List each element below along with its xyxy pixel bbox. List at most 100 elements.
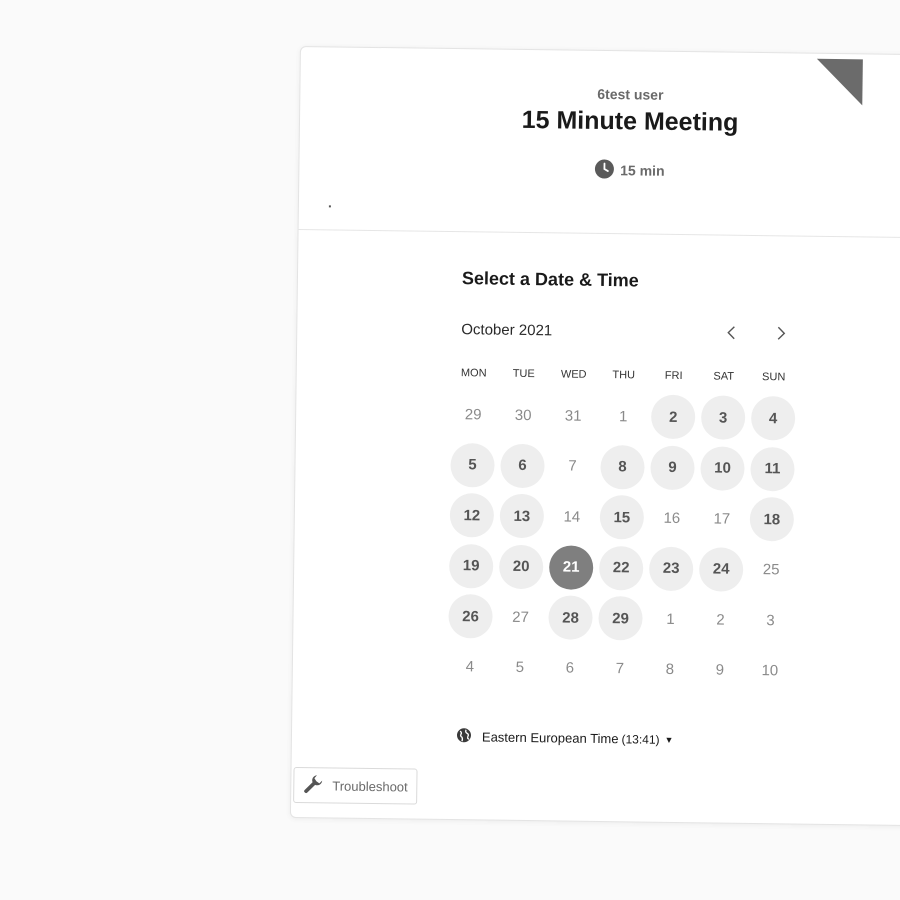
day-unavailable: 1 [666,610,675,628]
weekday-wed: WED [560,368,587,381]
day-available[interactable]: 11 [750,446,795,492]
day-unavailable: 3 [766,611,775,630]
day-cell: 8 [597,441,648,492]
day-available[interactable]: 13 [499,493,545,539]
day-cell: 18 [747,494,798,545]
day-cell: 8 [645,644,696,695]
day-cell: 2 [648,392,699,443]
day-unavailable: 31 [564,407,582,425]
day-cell: 13 [497,491,548,542]
day-cell: 6 [545,643,596,694]
day-cell: 28 [545,592,596,643]
day-available[interactable]: 22 [598,545,644,591]
weekday-sat: SAT [713,370,735,383]
day-cell: 14 [547,491,598,542]
day-available[interactable]: 12 [449,493,495,538]
day-available[interactable]: 26 [448,594,493,639]
day-cell: 25 [746,544,797,595]
day-available[interactable]: 20 [498,544,544,589]
day-cell: 5 [447,439,498,490]
day-available[interactable]: 3 [700,395,746,441]
caret-down-icon: ▼ [664,734,674,745]
day-available[interactable]: 18 [749,497,795,542]
day-unavailable: 30 [514,406,532,424]
weekday-header: MON TUE WED THU FRI SAT SUN [449,367,799,384]
day-unavailable: 1 [618,407,628,426]
day-cell: 29 [595,593,646,644]
day-cell: 1 [645,594,696,645]
day-available[interactable]: 6 [500,443,545,488]
day-selected[interactable]: 21 [548,545,594,590]
day-unavailable: 5 [515,659,525,677]
next-month-button[interactable] [767,319,795,347]
day-cell: 12 [447,490,498,541]
day-available[interactable]: 15 [599,495,645,540]
weekday-sun: SUN [762,371,786,384]
day-cell: 15 [597,492,648,543]
day-cell: 9 [647,442,698,493]
day-unavailable: 17 [713,510,731,528]
clock-icon [594,159,614,182]
calendar-grid: 29 30 31 1 2 3 4 5 6 7 8 9 10 11 12 13 14 15 16 17 18 19 20 21 2… [445,389,799,697]
event-title: 15 Minute Meeting [521,105,739,137]
prev-month-button[interactable] [717,318,745,346]
day-available[interactable]: 23 [648,546,694,591]
day-cell: 2 [695,594,746,645]
day-cell: 27 [495,592,546,643]
day-cell: 7 [595,643,646,694]
day-available[interactable]: 19 [448,543,494,589]
timezone-name: Eastern European Time [481,729,619,747]
day-unavailable: 27 [512,608,529,626]
day-cell: 10 [697,443,748,494]
day-available[interactable]: 28 [548,595,593,641]
troubleshoot-button[interactable]: Troubleshoot [293,766,418,805]
duration-label: 15 min [620,162,665,179]
day-cell: 6 [497,440,548,491]
host-name: 6test user [597,85,664,103]
day-available[interactable]: 8 [600,444,645,490]
timezone-time: (13:41) [621,731,660,747]
event-duration: 15 min [299,155,900,187]
day-cell: 16 [647,493,698,544]
day-cell: 17 [697,493,748,544]
day-available[interactable]: 2 [650,394,696,440]
timezone-selector[interactable]: Eastern European Time (13:41) ▼ [456,727,674,749]
day-cell: 4 [748,393,799,444]
day-available[interactable]: 10 [700,446,745,491]
day-cell: 26 [445,591,496,642]
day-unavailable: 9 [715,661,725,679]
troubleshoot-label: Troubleshoot [332,777,408,794]
day-unavailable: 10 [761,662,779,680]
chevron-left-icon [727,326,735,340]
day-cell: 9 [695,645,746,696]
weekday-tue: TUE [512,367,535,381]
day-cell: 5 [495,642,546,693]
day-available[interactable]: 5 [450,442,495,488]
globe-icon [456,727,472,746]
day-cell: 19 [446,540,497,591]
day-available[interactable]: 9 [650,445,695,490]
day-available[interactable]: 4 [750,396,796,441]
chevron-right-icon [777,326,786,340]
day-unavailable: 7 [615,660,625,678]
day-cell: 24 [696,544,747,595]
weekday-fri: FRI [664,369,683,383]
day-available[interactable]: 24 [698,547,744,592]
booking-card: 6test user 15 Minute Meeting 15 min Sele… [289,46,900,827]
day-cell: 10 [745,645,796,696]
day-cell: 29 [448,389,499,440]
day-cell: 21 [546,542,597,593]
day-unavailable: 29 [464,405,482,424]
month-label: October 2021 [461,321,553,340]
weekday-thu: THU [612,369,636,382]
day-cell: 31 [548,390,599,441]
day-unavailable: 16 [663,509,681,527]
wrench-icon [302,773,324,798]
day-unavailable: 7 [568,457,577,475]
day-available[interactable]: 29 [598,596,643,641]
day-cell: 7 [547,441,598,492]
event-header: 6test user 15 Minute Meeting 15 min [298,47,900,239]
day-cell: 4 [445,641,496,692]
day-cell: 30 [498,390,549,441]
day-cell: 23 [646,543,697,594]
